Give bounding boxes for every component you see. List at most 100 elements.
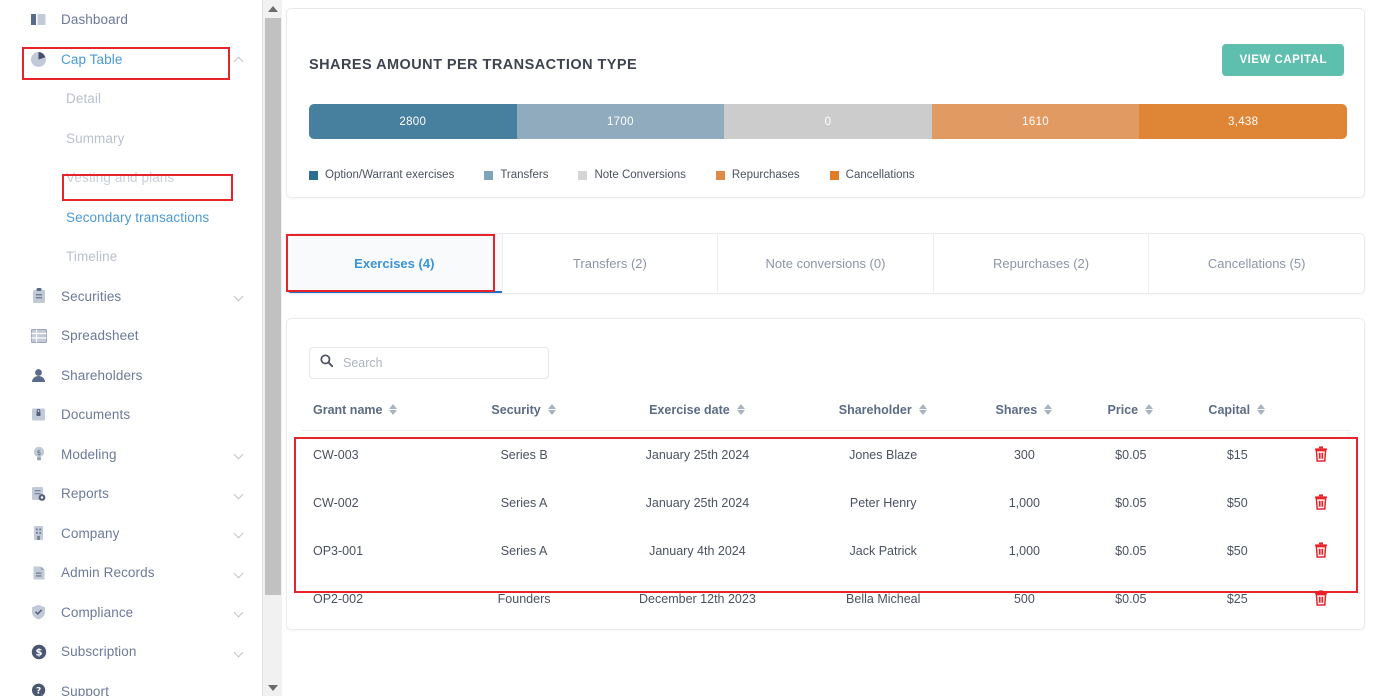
column-header-grant-name[interactable]: Grant name [301, 391, 450, 431]
bar-segment-cancellations[interactable]: 3,438 [1139, 104, 1347, 139]
exercises-table: Grant name Security Exercise date Shareh… [301, 391, 1351, 623]
trash-icon[interactable] [1314, 445, 1328, 465]
cell-shareholder: Jones Blaze [849, 448, 918, 462]
cell-shares: 1,000 [1008, 544, 1040, 558]
sort-icon[interactable] [1145, 403, 1154, 416]
column-header-price[interactable]: Price [1078, 391, 1183, 431]
sidebar-item-label: Modeling [61, 446, 117, 462]
chevron-down-icon[interactable] [234, 528, 244, 538]
sidebar-item-support[interactable]: ? Support [0, 672, 258, 696]
sidebar-subitem-label: Vesting and plans [66, 170, 175, 186]
legend-item-transfers: Transfers [484, 169, 548, 181]
sidebar-item-cap-table[interactable]: Cap Table [0, 40, 258, 80]
cell-shares: 300 [1013, 448, 1035, 462]
search-box[interactable] [309, 347, 549, 379]
bar-segment-note-conversions[interactable]: 0 [724, 104, 932, 139]
tab-note-conversions[interactable]: Note conversions (0) [718, 234, 934, 293]
table-row[interactable]: CW-002 Series A January 25th 2024 Peter … [301, 479, 1351, 527]
legend-label: Repurchases [731, 169, 800, 181]
table-body: CW-003 Series B January 25th 2024 Jones … [301, 431, 1351, 624]
sidebar-item-shareholders[interactable]: Shareholders [0, 356, 258, 396]
sidebar-subitem-vesting-and-plans[interactable]: Vesting and plans [0, 158, 258, 198]
legend-label: Transfers [500, 169, 549, 181]
scroll-down-arrow-icon[interactable] [263, 679, 282, 696]
chevron-down-icon[interactable] [234, 568, 244, 578]
sidebar-item-label: Subscription [61, 644, 137, 660]
search-input[interactable] [341, 355, 538, 371]
column-label: Capital [1208, 403, 1251, 417]
bar-segment-repurchases[interactable]: 1610 [931, 104, 1140, 139]
cell-capital: $15 [1226, 448, 1248, 462]
cell-shares: 1,000 [1008, 496, 1040, 510]
sidebar-item-reports[interactable]: Reports [0, 474, 258, 514]
tab-cancellations[interactable]: Cancellations (5) [1149, 234, 1364, 293]
sidebar-subitem-detail[interactable]: Detail [0, 79, 258, 119]
scrollbar-thumb[interactable] [265, 18, 281, 595]
chevron-down-icon[interactable] [234, 291, 244, 301]
column-header-exercise-date[interactable]: Exercise date [598, 391, 797, 431]
column-header-shareholder[interactable]: Shareholder [796, 391, 970, 431]
cell-price: $0.05 [1115, 448, 1147, 462]
sidebar-item-modeling[interactable]: $ Modeling [0, 435, 258, 475]
sidebar-item-label: Company [61, 525, 120, 541]
sidebar-item-compliance[interactable]: Compliance [0, 593, 258, 633]
trash-icon[interactable] [1314, 541, 1328, 561]
trash-icon[interactable] [1314, 493, 1328, 513]
document-lock-icon [30, 406, 47, 423]
svg-text:?: ? [35, 687, 40, 696]
tab-repurchases[interactable]: Repurchases (2) [933, 234, 1150, 293]
sidebar-item-securities[interactable]: Securities [0, 277, 258, 317]
legend-label: Option/Warrant exercises [325, 169, 455, 181]
legend-item-note-conversions: Note Conversions [578, 169, 686, 181]
tab-transfers[interactable]: Transfers (2) [502, 234, 719, 293]
cell-grant-name: CW-002 [313, 496, 359, 510]
cell-price: $0.05 [1115, 592, 1147, 606]
user-icon [30, 367, 47, 384]
sort-icon[interactable] [547, 403, 557, 416]
cell-exercise-date: December 12th 2023 [639, 592, 756, 606]
chevron-down-icon[interactable] [234, 449, 244, 459]
column-header-shares[interactable]: Shares [969, 391, 1079, 431]
svg-text:$: $ [36, 449, 40, 457]
chevron-up-icon[interactable] [234, 54, 244, 64]
view-capital-button[interactable]: VIEW CAPITAL [1222, 44, 1344, 76]
table-header-row: Grant name Security Exercise date Shareh… [301, 391, 1351, 431]
sidebar-item-admin-records[interactable]: Admin Records [0, 553, 258, 593]
sort-icon[interactable] [389, 403, 398, 416]
sidebar-item-dashboard[interactable]: Dashboard [0, 0, 258, 40]
legend-item-cancellations: Cancellations [829, 169, 915, 181]
trash-icon[interactable] [1314, 589, 1328, 609]
column-header-security[interactable]: Security [449, 391, 599, 431]
sidebar-item-company[interactable]: Company [0, 514, 258, 554]
legend-swatch-icon [484, 170, 494, 180]
legend-item-option-warrant-exercises: Option/Warrant exercises [309, 169, 454, 181]
sidebar-subitem-secondary-transactions[interactable]: Secondary transactions [0, 198, 258, 238]
sidebar-subitem-label: Secondary transactions [66, 209, 210, 225]
column-header-capital[interactable]: Capital [1182, 391, 1292, 431]
chevron-down-icon[interactable] [234, 647, 244, 657]
table-row[interactable]: OP2-002 Founders December 12th 2023 Bell… [301, 575, 1351, 623]
tab-exercises[interactable]: Exercises (4) [287, 234, 503, 293]
table-row[interactable]: CW-003 Series B January 25th 2024 Jones … [301, 431, 1351, 480]
sort-icon[interactable] [1257, 403, 1266, 416]
sort-icon[interactable] [1044, 403, 1053, 416]
building-icon [30, 525, 47, 542]
sidebar-item-subscription[interactable]: $ Subscription [0, 632, 258, 672]
bar-segment-option-warrant-exercises[interactable]: 2800 [309, 104, 517, 139]
sort-icon[interactable] [918, 403, 928, 416]
sidebar-subitem-summary[interactable]: Summary [0, 119, 258, 159]
chevron-down-icon[interactable] [234, 489, 244, 499]
sort-icon[interactable] [736, 403, 746, 416]
chevron-down-icon[interactable] [234, 607, 244, 617]
cell-capital: $50 [1226, 544, 1248, 558]
scroll-up-arrow-icon[interactable] [263, 0, 282, 17]
cell-security: Series B [500, 448, 548, 462]
table-row[interactable]: OP3-001 Series A January 4th 2024 Jack P… [301, 527, 1351, 575]
report-gear-icon [30, 485, 47, 502]
sidebar-item-documents[interactable]: Documents [0, 395, 258, 435]
sidebar-scrollbar[interactable] [262, 0, 282, 696]
cell-actions [1292, 431, 1351, 480]
sidebar-item-spreadsheet[interactable]: Spreadsheet [0, 316, 258, 356]
bar-segment-transfers[interactable]: 1700 [516, 104, 725, 139]
sidebar-subitem-timeline[interactable]: Timeline [0, 237, 258, 277]
